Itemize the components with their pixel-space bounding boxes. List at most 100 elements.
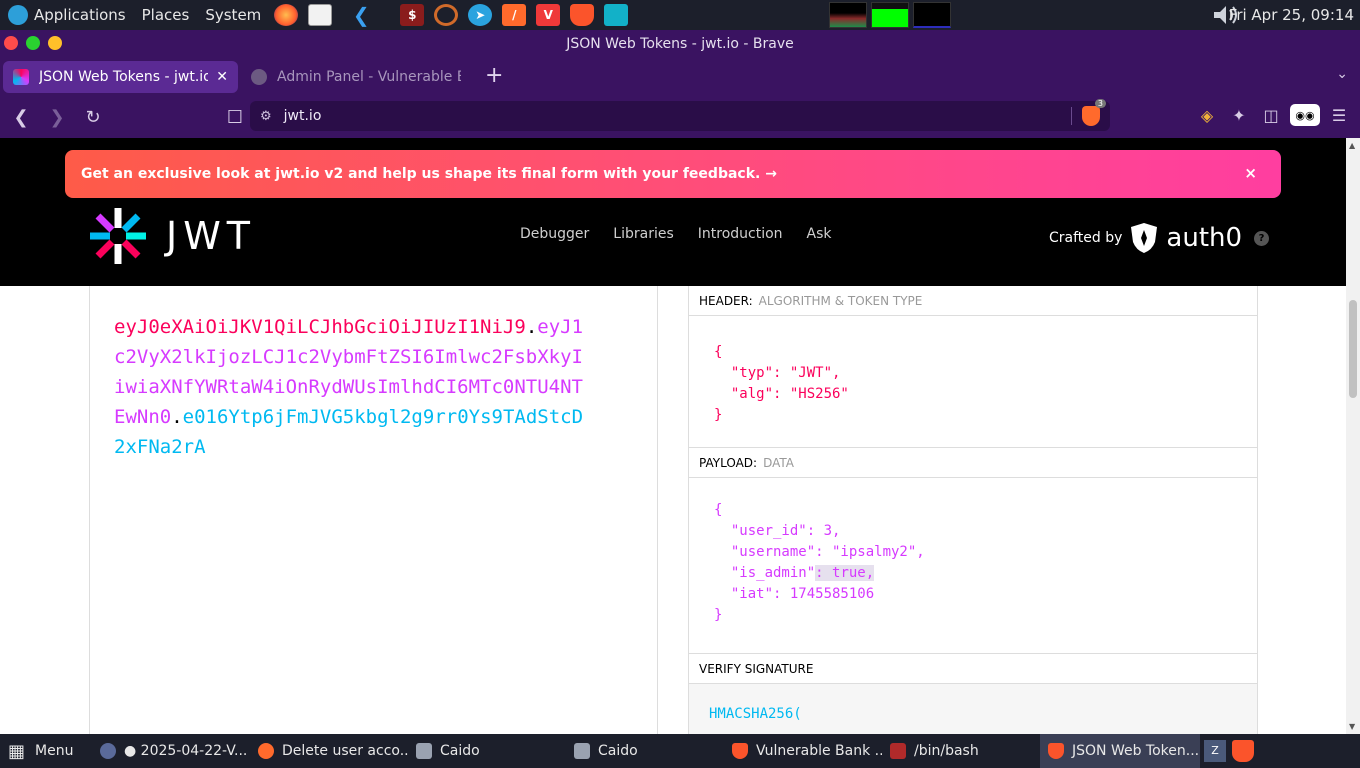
new-tab-button[interactable]: + <box>485 63 503 88</box>
bookmark-icon[interactable]: ☐ <box>220 102 250 132</box>
decoded-panel: HEADER: ALGORITHM & TOKEN TYPE { "typ": … <box>688 286 1258 734</box>
tab-list-chevron-icon[interactable]: ⌄ <box>1336 66 1348 82</box>
scroll-up-icon[interactable]: ▲ <box>1349 141 1355 150</box>
window-title: JSON Web Tokens - jwt.io - Brave <box>566 36 794 52</box>
taskbar-item[interactable]: Caido <box>566 734 724 768</box>
encoded-token-panel[interactable]: eyJ0eXAiOiJKV1QiLCJhbGciOiJIUzI1NiJ9.eyJ… <box>89 286 658 734</box>
code-line-highlighted: "is_admin": true, <box>714 563 1257 584</box>
window-icon <box>416 743 432 759</box>
code-line: "typ": "JWT", <box>714 365 841 381</box>
jwt-logo[interactable]: JWT <box>88 206 268 266</box>
zaproxy-tray-icon[interactable]: Z <box>1204 740 1226 762</box>
caido-launcher-icon[interactable]: / <box>502 4 527 26</box>
taskbar-item[interactable]: Caido <box>408 734 566 768</box>
code-line: { <box>714 344 723 360</box>
window-titlebar[interactable]: JSON Web Tokens - jwt.io - Brave <box>0 30 1360 58</box>
toolbar-actions: ◈ ✦ ◫ ◉◉ ☰ <box>1188 102 1352 128</box>
tab-jwt[interactable]: JSON Web Tokens - jwt.io ✕ <box>3 61 238 93</box>
taskbar-item[interactable]: /bin/bash <box>882 734 1040 768</box>
taskbar-item[interactable]: Delete user acco... <box>250 734 408 768</box>
globe-icon <box>251 69 267 85</box>
auth0-wordmark: auth0 <box>1166 223 1243 253</box>
vscode-launcher-icon[interactable]: ❮ <box>349 3 373 27</box>
terminal-launcher-icon[interactable]: $ <box>400 4 425 26</box>
taskbar-item[interactable]: Vulnerable Bank ... <box>724 734 882 768</box>
distro-logo-icon <box>8 5 28 25</box>
firefox-launcher-icon[interactable] <box>274 4 299 26</box>
close-tab-icon[interactable]: ✕ <box>216 69 228 85</box>
clock[interactable]: Fri Apr 25, 09:14 <box>1229 0 1354 30</box>
brave-icon <box>1048 743 1064 759</box>
minimize-window-button[interactable] <box>48 36 62 50</box>
window-icon <box>574 743 590 759</box>
url-text: jwt.io <box>283 108 322 124</box>
wallet-icon[interactable]: ◈ <box>1194 102 1220 128</box>
tab-strip: JSON Web Tokens - jwt.io ✕ Admin Panel -… <box>0 58 1360 96</box>
brave-tray-icon[interactable] <box>1232 740 1254 762</box>
close-window-button[interactable] <box>4 36 18 50</box>
selected-text: : true, <box>815 565 875 581</box>
token-header-part: eyJ0eXAiOiJKV1QiLCJhbGciOiJIUzI1NiJ9 <box>114 316 526 338</box>
site-settings-icon[interactable]: ⚙ <box>260 109 272 124</box>
encoded-token[interactable]: eyJ0eXAiOiJKV1QiLCJhbGciOiJIUzI1NiJ9.eyJ… <box>114 312 594 462</box>
promo-text: Get an exclusive look at jwt.io v2 and h… <box>81 166 777 182</box>
caido-icon <box>258 743 274 759</box>
grid-icon: ▦ <box>8 740 26 762</box>
scroll-down-icon[interactable]: ▼ <box>1349 722 1355 731</box>
scrollbar-thumb[interactable] <box>1349 300 1357 398</box>
payload-section-label: PAYLOAD: DATA <box>689 448 1257 478</box>
shields-count-badge: 3 <box>1094 99 1106 108</box>
main-menu-icon[interactable]: ☰ <box>1326 102 1352 128</box>
brave-shields-icon[interactable] <box>1082 106 1100 126</box>
text-editor-launcher-icon[interactable] <box>308 4 333 26</box>
private-glasses-icon[interactable]: ◉◉ <box>1290 104 1320 126</box>
forward-button[interactable]: ❯ <box>42 102 72 132</box>
tab-admin-panel[interactable]: Admin Panel - Vulnerable Bank <box>241 61 471 93</box>
page-scrollbar[interactable]: ▲ ▼ <box>1346 138 1360 734</box>
top-navigation: Debugger Libraries Introduction Ask <box>508 226 844 242</box>
maximize-window-button[interactable] <box>26 36 40 50</box>
telegram-launcher-icon[interactable]: ➤ <box>468 4 493 26</box>
system-top-panel: Applications Places System ❮ $ ➤ / V Fri… <box>0 0 1360 30</box>
vivaldi-launcher-icon[interactable]: V <box>536 4 561 26</box>
back-button[interactable]: ❮ <box>6 102 36 132</box>
token-dot: . <box>171 406 183 428</box>
taskbar-item-active[interactable]: JSON Web Token... <box>1040 734 1200 768</box>
help-icon[interactable]: ? <box>1254 230 1270 246</box>
close-icon[interactable]: × <box>1244 164 1257 182</box>
extensions-icon[interactable]: ✦ <box>1226 102 1252 128</box>
start-menu-button[interactable]: ▦ Menu <box>0 734 92 768</box>
nav-ask[interactable]: Ask <box>807 226 832 242</box>
nav-introduction[interactable]: Introduction <box>698 226 783 242</box>
tab-label: JSON Web Tokens - jwt.io <box>39 69 209 85</box>
code-line: "user_id": 3, <box>714 523 841 539</box>
system-menu[interactable]: System <box>197 0 269 30</box>
crafted-by-auth0[interactable]: Crafted by auth0 ? <box>1049 218 1270 258</box>
logo-wordmark: JWT <box>166 214 256 258</box>
nav-libraries[interactable]: Libraries <box>613 226 673 242</box>
nav-debugger[interactable]: Debugger <box>520 226 589 242</box>
code-line: "iat": 1745585106 <box>714 586 875 602</box>
token-signature-part: e016Ytp6jFmJVG5kbgl2g9rr0Ys9TAdStcD2xFNa… <box>114 406 584 458</box>
sidebar-icon[interactable]: ◫ <box>1258 102 1284 128</box>
reload-button[interactable]: ↻ <box>78 102 108 132</box>
applications-menu[interactable]: Applications <box>0 0 134 30</box>
header-json-editor[interactable]: { "typ": "JWT", "alg": "HS256" } <box>689 316 1257 448</box>
bottom-taskbar: ▦ Menu ● 2025-04-22-V... Delete user acc… <box>0 734 1360 768</box>
promo-banner[interactable]: Get an exclusive look at jwt.io v2 and h… <box>65 150 1281 198</box>
url-divider <box>1071 107 1072 125</box>
crafted-by-label: Crafted by <box>1049 230 1123 246</box>
places-menu[interactable]: Places <box>134 0 198 30</box>
jwt-logo-icon <box>90 208 146 264</box>
header-section-label: HEADER: ALGORITHM & TOKEN TYPE <box>689 286 1257 316</box>
app-icon <box>100 743 116 759</box>
taskbar-item[interactable]: ● 2025-04-22-V... <box>92 734 250 768</box>
cpu-graph-icon <box>829 2 868 28</box>
payload-json-editor[interactable]: { "user_id": 3, "username": "ipsalmy2", … <box>689 478 1257 654</box>
brave-launcher-icon[interactable] <box>570 4 595 26</box>
tray-area: Z <box>1200 734 1258 768</box>
address-bar[interactable]: ⚙ jwt.io 3 <box>250 99 1110 131</box>
files-launcher-icon[interactable] <box>604 4 629 26</box>
code-line: { <box>714 502 723 518</box>
burp-launcher-icon[interactable] <box>434 4 459 26</box>
